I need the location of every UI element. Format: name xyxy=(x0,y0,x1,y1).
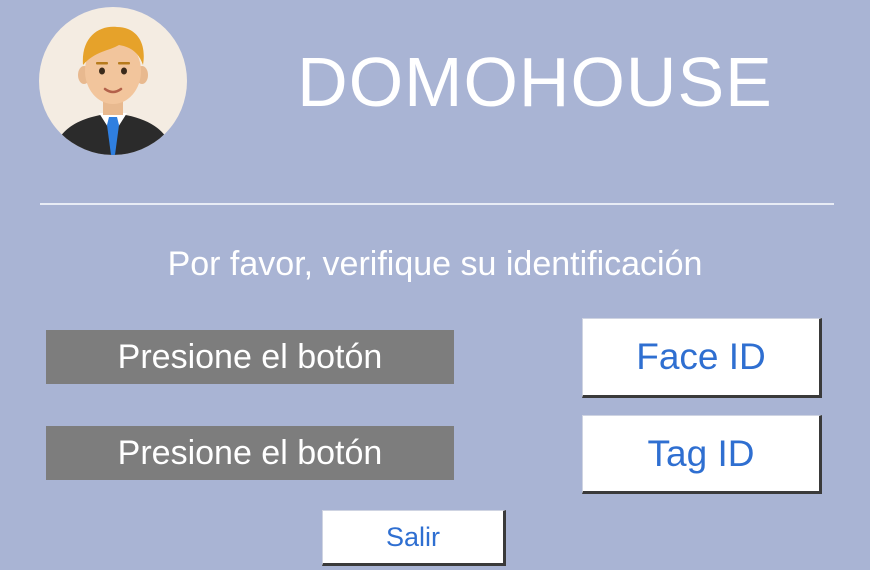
tag-id-status: Presione el botón xyxy=(46,426,454,480)
verification-prompt: Por favor, verifique su identificación xyxy=(167,245,703,283)
divider xyxy=(40,203,834,205)
user-avatar-icon xyxy=(39,7,187,155)
exit-button[interactable]: Salir xyxy=(322,510,506,566)
app-title: DOMOHOUSE xyxy=(297,43,773,121)
tag-id-button[interactable]: Tag ID xyxy=(582,415,822,494)
face-id-status: Presione el botón xyxy=(46,330,454,384)
face-id-button[interactable]: Face ID xyxy=(582,318,822,398)
